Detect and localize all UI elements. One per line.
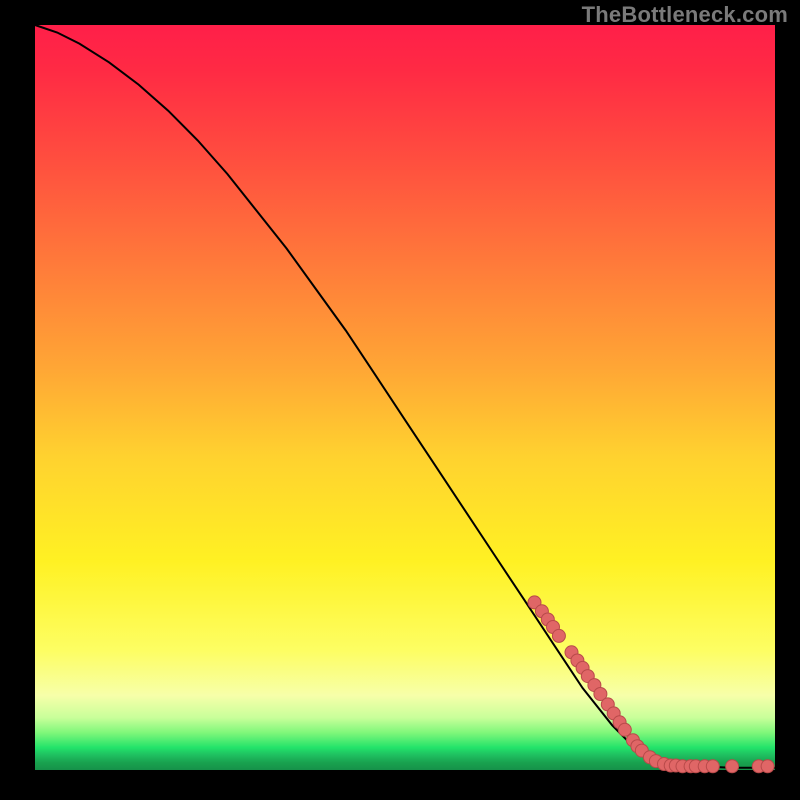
- scatter-dot: [706, 760, 719, 773]
- scatter-dot: [552, 629, 565, 642]
- plot-area: [35, 25, 775, 770]
- scatter-dots: [528, 596, 774, 773]
- chart-svg: [35, 25, 775, 770]
- scatter-dot: [726, 760, 739, 773]
- chart-frame: TheBottleneck.com: [0, 0, 800, 800]
- main-curve: [35, 25, 775, 768]
- scatter-dot: [761, 760, 774, 773]
